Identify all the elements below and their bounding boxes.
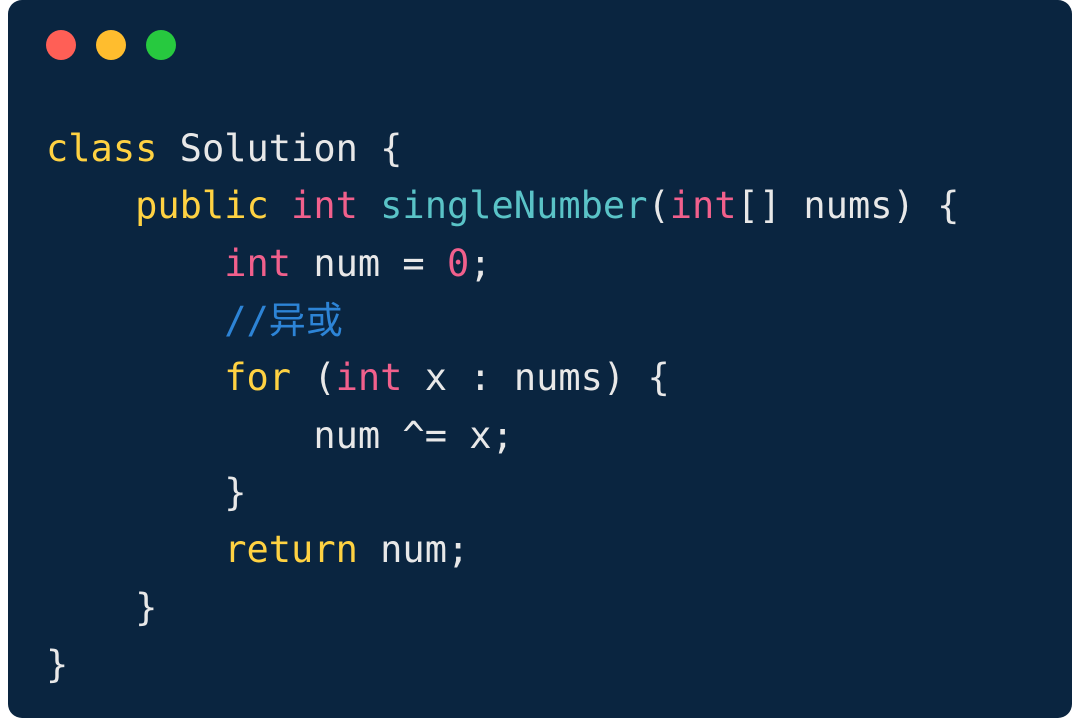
code-line-2: public int singleNumber(int[] nums) { <box>46 184 959 227</box>
keyword-return: return <box>224 528 358 571</box>
param-type-int: int <box>670 184 737 227</box>
keyword-for: for <box>224 356 291 399</box>
window-titlebar <box>8 0 1072 70</box>
keyword-class: class <box>46 127 157 170</box>
keyword-public: public <box>135 184 269 227</box>
code-line-10: } <box>46 643 68 686</box>
xor-statement: num ^= x; <box>313 414 513 457</box>
code-line-4: //异或 <box>46 299 343 342</box>
maximize-icon[interactable] <box>146 30 176 60</box>
code-line-6: num ^= x; <box>46 414 514 457</box>
code-line-3: int num = 0; <box>46 242 492 285</box>
minimize-icon[interactable] <box>96 30 126 60</box>
close-icon[interactable] <box>46 30 76 60</box>
type-int: int <box>291 184 358 227</box>
code-content: class Solution { public int singleNumber… <box>8 70 1072 718</box>
type-int-decl: int <box>224 242 291 285</box>
code-line-7: } <box>46 471 247 514</box>
type-int-loop: int <box>336 356 403 399</box>
code-line-8: return num; <box>46 528 469 571</box>
code-line-1: class Solution { <box>46 127 402 170</box>
code-line-9: } <box>46 586 157 629</box>
code-window: class Solution { public int singleNumber… <box>8 0 1072 718</box>
number-zero: 0 <box>447 242 469 285</box>
comment-xor: //异或 <box>224 299 343 342</box>
function-name: singleNumber <box>380 184 647 227</box>
code-line-5: for (int x : nums) { <box>46 356 670 399</box>
text-solution: Solution { <box>157 127 402 170</box>
